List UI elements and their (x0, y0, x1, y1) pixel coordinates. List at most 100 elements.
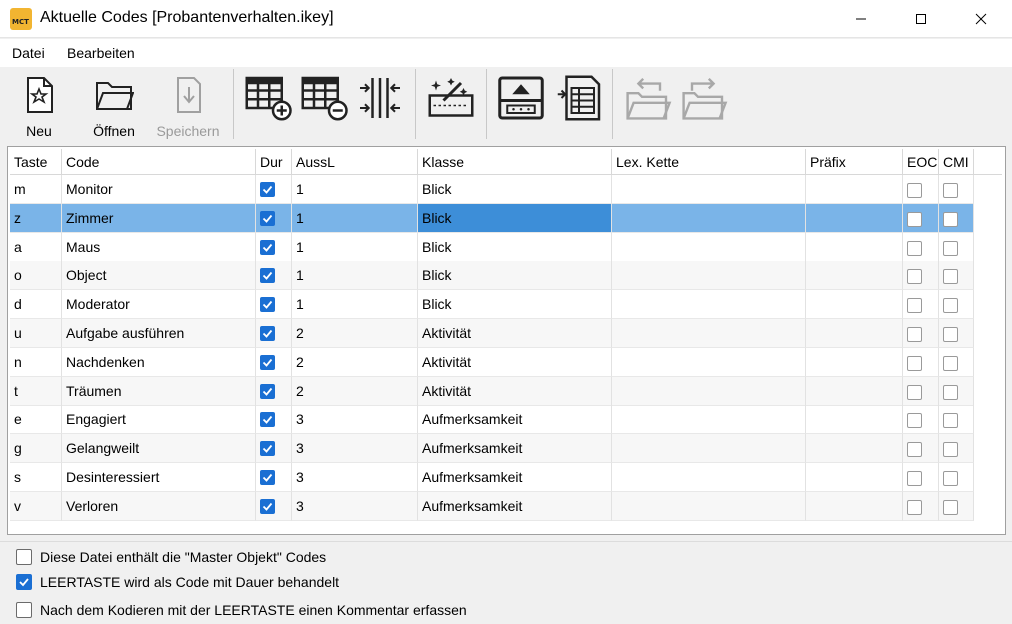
eoc-checkbox[interactable] (907, 384, 922, 400)
cell-praefix[interactable] (806, 203, 903, 233)
save-button[interactable]: Speichern (152, 71, 224, 139)
cell-cmi[interactable] (939, 319, 974, 348)
open-button[interactable]: Öffnen (86, 71, 142, 139)
cell-klasse[interactable]: Aktivität (418, 319, 612, 348)
cell-taste[interactable]: a (10, 232, 62, 262)
cell-code[interactable]: Verloren (62, 491, 256, 521)
cell-taste[interactable]: s (10, 463, 62, 492)
cell-dur[interactable] (256, 405, 292, 435)
magic-wand-button[interactable] (424, 71, 478, 139)
cell-dur[interactable] (256, 203, 292, 233)
cmi-checkbox[interactable] (943, 442, 958, 458)
remove-column-button[interactable] (298, 71, 350, 139)
eoc-checkbox[interactable] (907, 327, 922, 342)
table-row[interactable]: z Zimmer 1 Blick (10, 203, 974, 233)
table-row[interactable]: m Monitor 1 Blick (10, 175, 974, 204)
eoc-checkbox[interactable] (907, 471, 922, 486)
cell-code[interactable]: Object (62, 261, 256, 291)
eoc-checkbox[interactable] (907, 413, 922, 429)
cell-taste[interactable]: z (10, 203, 62, 233)
cmi-checkbox[interactable] (943, 269, 958, 285)
cell-dur[interactable] (256, 261, 292, 291)
table-row[interactable]: s Desinteressiert 3 Aufmerksamkeit (10, 463, 974, 492)
dur-checkbox[interactable] (260, 210, 275, 226)
cell-lex[interactable] (612, 347, 806, 377)
header-code[interactable]: Code (62, 149, 256, 175)
cell-code[interactable]: Gelangweilt (62, 434, 256, 464)
cell-cmi[interactable] (939, 175, 974, 204)
cell-dur[interactable] (256, 319, 292, 348)
cell-dur[interactable] (256, 434, 292, 464)
cell-lex[interactable] (612, 491, 806, 521)
cell-eoc[interactable] (903, 376, 939, 406)
cell-praefix[interactable] (806, 405, 903, 435)
cell-taste[interactable]: o (10, 261, 62, 291)
dur-checkbox[interactable] (260, 498, 275, 514)
eoc-checkbox[interactable] (907, 269, 922, 285)
cell-lex[interactable] (612, 232, 806, 262)
cmi-checkbox[interactable] (943, 211, 958, 227)
cell-praefix[interactable] (806, 261, 903, 291)
cell-taste[interactable]: e (10, 405, 62, 435)
cell-code[interactable]: Aufgabe ausführen (62, 319, 256, 348)
cell-praefix[interactable] (806, 463, 903, 492)
cmi-checkbox[interactable] (943, 499, 958, 515)
cell-cmi[interactable] (939, 203, 974, 233)
kommentar-checkbox[interactable] (16, 602, 32, 618)
table-row[interactable]: e Engagiert 3 Aufmerksamkeit (10, 405, 974, 435)
cell-eoc[interactable] (903, 434, 939, 464)
table-row[interactable]: n Nachdenken 2 Aktivität (10, 347, 974, 377)
cell-praefix[interactable] (806, 491, 903, 521)
cell-lex[interactable] (612, 405, 806, 435)
dur-checkbox[interactable] (260, 383, 275, 399)
header-aussl[interactable]: AussL (292, 149, 418, 175)
leertaste-dauer-option[interactable]: LEERTASTE wird als Code mit Dauer behand… (16, 571, 339, 593)
cell-dur[interactable] (256, 347, 292, 377)
cell-klasse[interactable]: Aufmerksamkeit (418, 405, 612, 435)
cell-klasse[interactable]: Blick (418, 175, 612, 204)
dur-checkbox[interactable] (260, 297, 275, 313)
cell-lex[interactable] (612, 261, 806, 291)
cmi-checkbox[interactable] (943, 384, 958, 400)
cell-code[interactable]: Monitor (62, 175, 256, 204)
cell-taste[interactable]: t (10, 376, 62, 406)
cell-cmi[interactable] (939, 232, 974, 262)
cell-eoc[interactable] (903, 491, 939, 521)
eoc-checkbox[interactable] (907, 499, 922, 515)
dur-checkbox[interactable] (260, 326, 275, 341)
eoc-checkbox[interactable] (907, 298, 922, 314)
dur-checkbox[interactable] (260, 470, 275, 485)
cmi-checkbox[interactable] (943, 355, 958, 371)
eoc-checkbox[interactable] (907, 355, 922, 371)
cell-code[interactable]: Maus (62, 232, 256, 262)
cell-eoc[interactable] (903, 261, 939, 291)
add-column-button[interactable] (242, 71, 294, 139)
close-button[interactable] (958, 0, 1004, 38)
cell-code[interactable]: Zimmer (62, 203, 256, 233)
cell-dur[interactable] (256, 463, 292, 492)
header-cmi[interactable]: CMI (939, 149, 974, 175)
cell-eoc[interactable] (903, 463, 939, 492)
cell-cmi[interactable] (939, 463, 974, 492)
table-row[interactable]: d Moderator 1 Blick (10, 290, 974, 320)
table-row[interactable]: v Verloren 3 Aufmerksamkeit (10, 491, 974, 521)
cell-klasse[interactable]: Blick (418, 290, 612, 320)
cell-eoc[interactable] (903, 405, 939, 435)
cell-aussl[interactable]: 1 (292, 261, 418, 291)
cell-klasse[interactable]: Blick (418, 232, 612, 262)
master-objekt-option[interactable]: Diese Datei enthält die "Master Objekt" … (16, 546, 326, 568)
cell-code[interactable]: Moderator (62, 290, 256, 320)
dur-checkbox[interactable] (260, 354, 275, 370)
table-row[interactable]: a Maus 1 Blick (10, 232, 974, 262)
cell-dur[interactable] (256, 175, 292, 204)
split-columns-button[interactable] (354, 71, 406, 139)
table-row[interactable]: o Object 1 Blick (10, 261, 974, 291)
cell-lex[interactable] (612, 203, 806, 233)
table-row[interactable]: t Träumen 2 Aktivität (10, 376, 974, 406)
menu-datei[interactable]: Datei (12, 45, 45, 61)
cell-praefix[interactable] (806, 376, 903, 406)
cell-aussl[interactable]: 2 (292, 376, 418, 406)
cell-cmi[interactable] (939, 405, 974, 435)
cell-dur[interactable] (256, 290, 292, 320)
cell-aussl[interactable]: 3 (292, 463, 418, 492)
